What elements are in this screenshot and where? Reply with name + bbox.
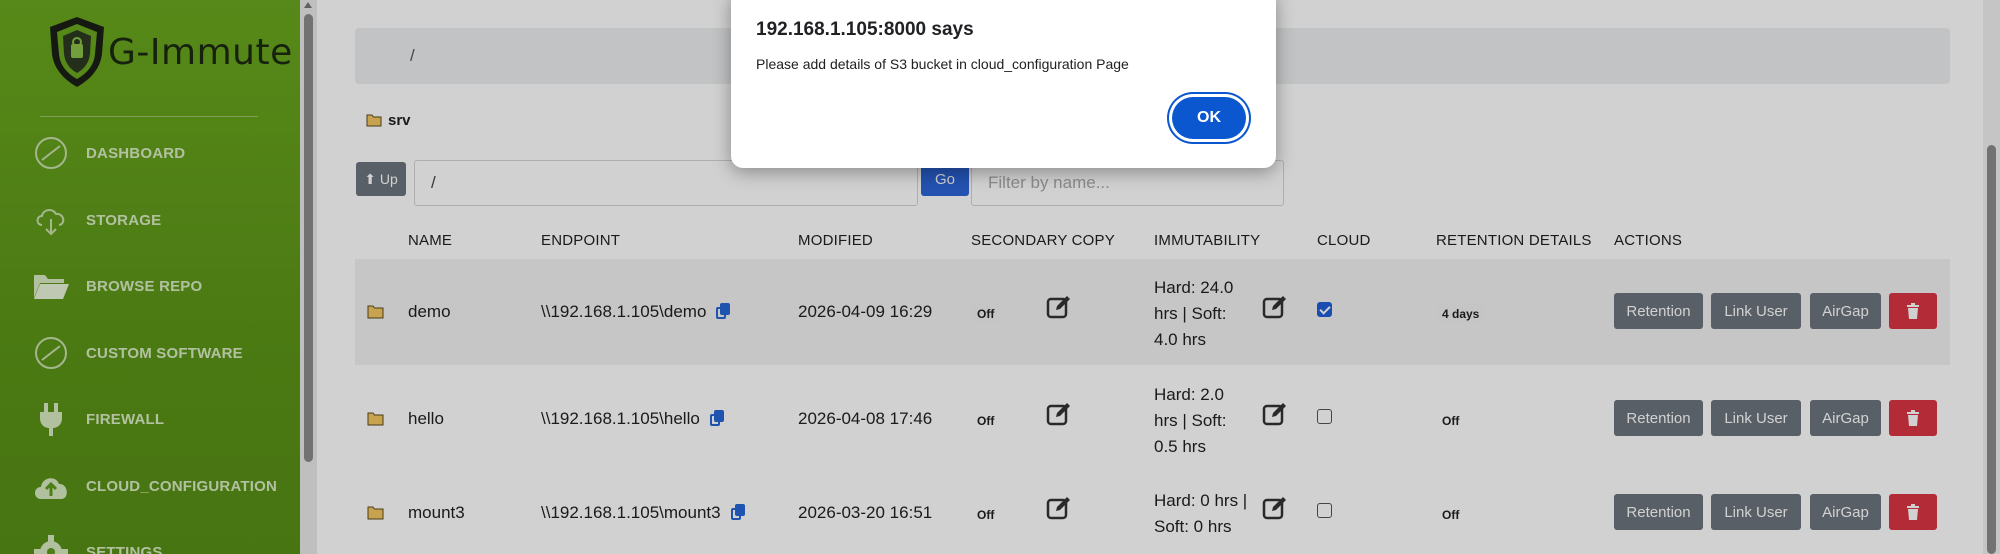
dialog-title: 192.168.1.105:8000 says (756, 19, 974, 40)
alert-dialog: 192.168.1.105:8000 says Please add detai… (731, 0, 1276, 168)
ok-button[interactable]: OK (1172, 97, 1246, 139)
dialog-message: Please add details of S3 bucket in cloud… (756, 56, 1129, 72)
